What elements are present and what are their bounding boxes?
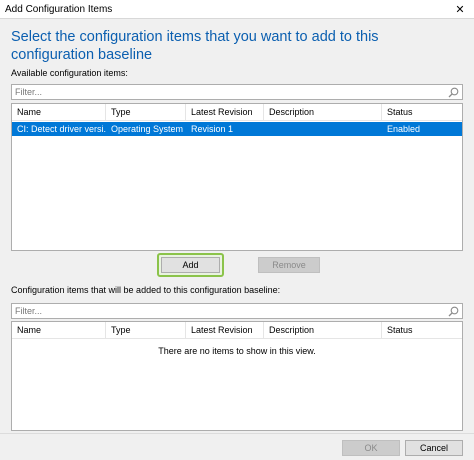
target-filter-input[interactable] bbox=[12, 304, 446, 318]
column-header-description[interactable]: Description bbox=[264, 322, 382, 339]
available-items-label: Available configuration items: bbox=[11, 68, 128, 78]
available-items-list: Name Type Latest Revision Description St… bbox=[11, 103, 463, 251]
target-items-list: Name Type Latest Revision Description St… bbox=[11, 321, 463, 431]
target-filter-box bbox=[11, 303, 463, 319]
column-header-status[interactable]: Status bbox=[382, 104, 462, 121]
table-row[interactable]: CI: Detect driver versi... Operating Sys… bbox=[12, 122, 462, 136]
available-filter-input[interactable] bbox=[12, 85, 446, 99]
close-button[interactable]: ✕ bbox=[446, 0, 474, 18]
close-icon: ✕ bbox=[455, 3, 465, 16]
cell-status: Enabled bbox=[387, 124, 421, 134]
column-header-name[interactable]: Name bbox=[12, 322, 106, 339]
add-button[interactable]: Add bbox=[161, 257, 220, 273]
empty-list-message: There are no items to show in this view. bbox=[158, 346, 316, 356]
column-header-status[interactable]: Status bbox=[382, 322, 462, 339]
dialog-footer: OK Cancel bbox=[0, 433, 474, 460]
title-bar: Add Configuration Items ✕ bbox=[0, 0, 474, 18]
dialog-body: Select the configuration items that you … bbox=[0, 18, 474, 460]
cell-name: CI: Detect driver versi... bbox=[17, 124, 106, 134]
target-items-label: Configuration items that will be added t… bbox=[11, 285, 281, 295]
column-header-type[interactable]: Type bbox=[106, 104, 186, 121]
search-icon[interactable] bbox=[446, 304, 460, 318]
column-header-description[interactable]: Description bbox=[264, 104, 382, 121]
column-header-name[interactable]: Name bbox=[12, 104, 106, 121]
cell-latest-revision: Revision 1 bbox=[191, 124, 234, 134]
remove-button[interactable]: Remove bbox=[258, 257, 320, 273]
window-title: Add Configuration Items bbox=[5, 3, 113, 15]
target-list-header: Name Type Latest Revision Description St… bbox=[12, 322, 462, 339]
cancel-button[interactable]: Cancel bbox=[405, 440, 463, 456]
search-icon[interactable] bbox=[446, 85, 460, 99]
column-header-latest-revision[interactable]: Latest Revision bbox=[186, 104, 264, 121]
page-title: Select the configuration items that you … bbox=[11, 29, 379, 63]
available-filter-box bbox=[11, 84, 463, 100]
cell-description bbox=[264, 122, 382, 136]
cell-type: Operating System bbox=[111, 124, 184, 134]
available-list-header: Name Type Latest Revision Description St… bbox=[12, 104, 462, 121]
column-header-type[interactable]: Type bbox=[106, 322, 186, 339]
column-header-latest-revision[interactable]: Latest Revision bbox=[186, 322, 264, 339]
ok-button[interactable]: OK bbox=[342, 440, 400, 456]
